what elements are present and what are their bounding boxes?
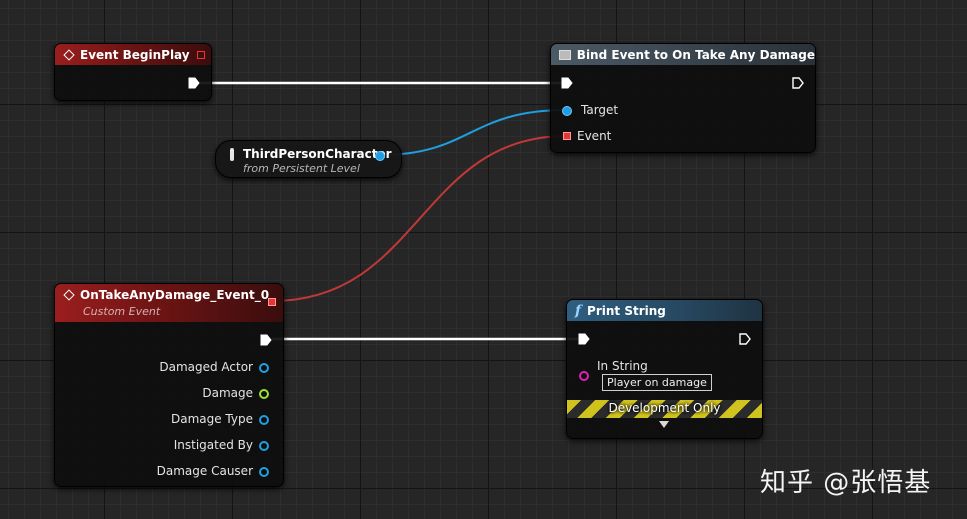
delegate-output-pin[interactable] [268, 298, 276, 306]
event-beginplay-title: Event BeginPlay [80, 47, 190, 62]
actor-icon [230, 148, 234, 161]
function-icon: f [575, 302, 582, 319]
bind-event-node[interactable]: Bind Event to On Take Any Damage Target … [550, 43, 816, 153]
print-string-header[interactable]: f Print String [567, 300, 762, 321]
print-string-title: Print String [587, 303, 666, 318]
in-string-label: In String [597, 359, 648, 373]
thirdperson-reference-node[interactable]: ThirdPersonCharacter from Persistent Lev… [215, 140, 402, 178]
output-label-damage: Damage [202, 386, 253, 400]
event-diamond-icon [63, 289, 75, 301]
custom-event-title: OnTakeAnyDamage_Event_0 [80, 288, 270, 302]
exec-output-pin[interactable] [260, 334, 272, 346]
print-string-node[interactable]: f Print String In String Player on damag… [566, 299, 763, 439]
target-pin-label: Target [581, 103, 619, 117]
output-pin-damage[interactable] [259, 389, 269, 399]
event-pin-label: Event [577, 129, 612, 143]
custom-event-node[interactable]: OnTakeAnyDamage_Event_0 Custom Event Dam… [54, 283, 284, 487]
exec-input-pin[interactable] [561, 77, 573, 89]
target-input-pin[interactable] [562, 106, 572, 116]
output-pin-damaged-actor[interactable] [259, 363, 269, 373]
object-output-pin[interactable] [375, 151, 385, 161]
zhihu-watermark: 知乎 @张悟基 [760, 468, 932, 498]
custom-event-subtitle: Custom Event [83, 305, 161, 318]
development-only-stripe: Development Only [567, 400, 762, 418]
window-icon [559, 49, 571, 60]
thirdperson-subtitle: from Persistent Level [243, 162, 360, 175]
exec-input-pin[interactable] [578, 333, 590, 345]
expand-arrow-icon[interactable] [659, 421, 669, 428]
development-only-label: Development Only [608, 401, 721, 415]
event-diamond-icon [63, 48, 75, 61]
output-pin-damage-type[interactable] [259, 415, 269, 425]
output-pin-instigated-by[interactable] [259, 441, 269, 451]
event-beginplay-header[interactable]: Event BeginPlay [55, 44, 211, 65]
thirdperson-title: ThirdPersonCharacter [243, 147, 392, 161]
event-input-pin[interactable] [563, 132, 571, 140]
output-label-damage-type: Damage Type [170, 412, 253, 426]
output-pin-damage-causer[interactable] [259, 467, 269, 477]
exec-output-pin[interactable] [792, 77, 804, 89]
bind-event-header[interactable]: Bind Event to On Take Any Damage [551, 44, 815, 65]
output-label-instigated-by: Instigated By [173, 438, 253, 452]
delegate-output-pin[interactable] [197, 51, 205, 59]
in-string-input-pin[interactable] [579, 371, 589, 381]
event-beginplay-node[interactable]: Event BeginPlay [54, 43, 212, 101]
in-string-value-field[interactable]: Player on damage [602, 374, 712, 391]
exec-output-pin[interactable] [188, 77, 200, 89]
bind-event-title: Bind Event to On Take Any Damage [576, 47, 815, 62]
exec-output-pin[interactable] [739, 333, 751, 345]
output-label-damage-causer: Damage Causer [156, 464, 253, 478]
object-wire-thirdperson-to-target[interactable] [379, 109, 567, 156]
output-label-damaged-actor: Damaged Actor [159, 360, 253, 374]
